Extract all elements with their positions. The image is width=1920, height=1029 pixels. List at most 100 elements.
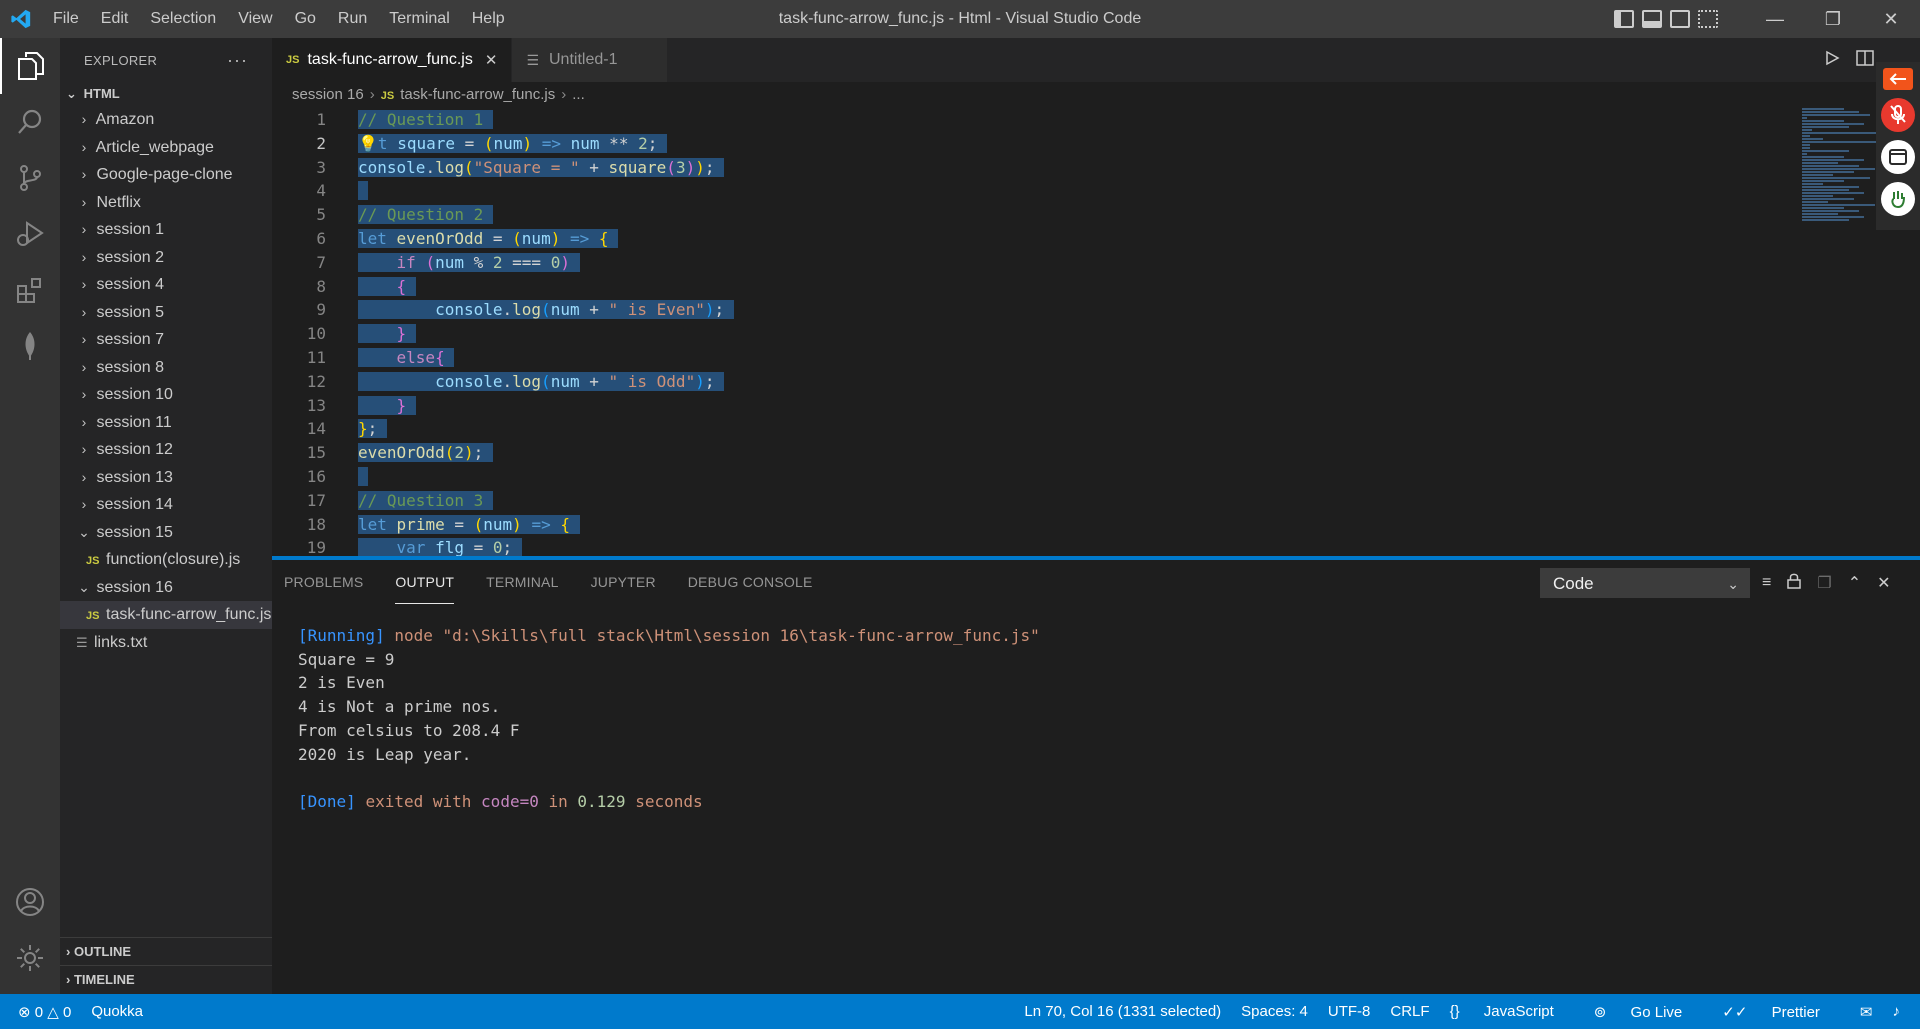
menu-file[interactable]: File: [42, 0, 90, 38]
customize-layout-icon[interactable]: [1698, 10, 1718, 28]
run-and-debug-icon[interactable]: [0, 206, 60, 262]
open-output-in-editor-icon[interactable]: ❐: [1817, 573, 1831, 593]
code-token: // Question 2: [358, 205, 484, 225]
tab-output[interactable]: OUTPUT: [395, 560, 455, 604]
code-editor[interactable]: 1// Question 1 2 💡t square = (num) => num…: [272, 108, 1920, 556]
close-window-button[interactable]: ✕: [1862, 0, 1920, 38]
code-text: console.log(num + " is Odd");: [358, 370, 725, 394]
breadcrumb-file[interactable]: task-func-arrow_func.js: [400, 86, 555, 103]
menu-run[interactable]: Run: [327, 0, 378, 38]
tree-folder[interactable]: › session 4: [60, 271, 272, 299]
tree-folder[interactable]: › session 12: [60, 436, 272, 464]
tree-folder[interactable]: › Google-page-clone: [60, 161, 272, 189]
output-channel-select[interactable]: Code ⌄: [1540, 568, 1750, 598]
tree-folder[interactable]: › session 5: [60, 299, 272, 327]
menu-go[interactable]: Go: [284, 0, 327, 38]
tree-folder[interactable]: › Netflix: [60, 189, 272, 217]
code-line: 16: [272, 465, 1572, 489]
tab-task-func-arrow-func[interactable]: JS task-func-arrow_func.js ✕: [272, 38, 513, 82]
done-unit: seconds: [635, 792, 703, 812]
selection-highlight: 💡t square = (num) => num ** 2;: [358, 133, 667, 153]
mongodb-leaf-icon[interactable]: [0, 318, 60, 374]
prettier-status[interactable]: ✓✓ Prettier: [1722, 1003, 1840, 1021]
code-token: evenOrOdd: [396, 229, 484, 248]
tree-folder[interactable]: › session 13: [60, 464, 272, 492]
language-mode[interactable]: {} JavaScript: [1450, 1003, 1574, 1020]
problems-status[interactable]: ⊗ 0 △ 0: [18, 1003, 71, 1021]
notifications-bell-icon[interactable]: ♪: [1893, 1003, 1901, 1020]
selection-highlight: // Question 1: [358, 110, 493, 129]
hand-icon[interactable]: [1881, 182, 1915, 216]
back-arrow-icon[interactable]: [1883, 68, 1913, 90]
tab-debug-console[interactable]: DEBUG CONSOLE: [688, 560, 813, 604]
tree-file[interactable]: JS function(closure).js: [60, 546, 272, 574]
accounts-icon[interactable]: [0, 874, 60, 930]
source-control-icon[interactable]: [0, 150, 60, 206]
tree-folder[interactable]: › session 2: [60, 244, 272, 272]
tree-file[interactable]: JS task-func-arrow_func.js: [60, 601, 272, 629]
code-token: ): [560, 252, 570, 272]
tree-folder[interactable]: › session 10: [60, 381, 272, 409]
menu-selection[interactable]: Selection: [139, 0, 227, 38]
maximize-panel-icon[interactable]: ⌃: [1848, 573, 1861, 593]
lock-scroll-icon[interactable]: [1787, 573, 1802, 594]
cursor-position[interactable]: Ln 70, Col 16 (1331 selected): [1024, 1003, 1221, 1020]
line-ending[interactable]: CRLF: [1390, 1003, 1429, 1020]
output-content[interactable]: [Running] node "d:\Skills\full stack\Htm…: [298, 600, 1040, 862]
tree-folder[interactable]: › Article_webpage: [60, 134, 272, 162]
restore-button[interactable]: ❐: [1804, 0, 1862, 38]
workspace-root[interactable]: ⌄ HTML: [60, 82, 272, 106]
code-token: .: [425, 157, 436, 177]
code-token: var: [396, 538, 426, 556]
menu-view[interactable]: View: [227, 0, 283, 38]
explorer-icon[interactable]: [0, 38, 60, 94]
tree-folder[interactable]: › session 14: [60, 491, 272, 519]
clear-output-icon[interactable]: ≡: [1762, 574, 1771, 592]
manage-gear-icon[interactable]: [0, 930, 60, 986]
toggle-secondary-sidebar-icon[interactable]: [1670, 10, 1690, 28]
tree-folder[interactable]: › session 1: [60, 216, 272, 244]
split-editor-icon[interactable]: [1856, 49, 1874, 71]
toggle-primary-sidebar-icon[interactable]: [1614, 10, 1634, 28]
tree-folder[interactable]: › session 8: [60, 354, 272, 382]
mute-microphone-icon[interactable]: [1881, 98, 1915, 132]
minimize-button[interactable]: —: [1746, 0, 1804, 38]
code-text: 💡t square = (num) => num ** 2;: [358, 132, 667, 156]
code-text: [358, 465, 368, 489]
output-line: From celsius to 208.4 F: [298, 720, 520, 740]
tree-folder[interactable]: › session 11: [60, 409, 272, 437]
more-actions-icon[interactable]: ···: [227, 50, 248, 71]
tree-file[interactable]: ☰ links.txt: [60, 629, 272, 657]
menu-help[interactable]: Help: [461, 0, 516, 38]
search-icon[interactable]: [0, 94, 60, 150]
quokka-status[interactable]: Quokka: [91, 1003, 143, 1020]
chevron-right-icon: ›: [81, 248, 87, 265]
go-live-button[interactable]: ⊚ Go Live: [1594, 1003, 1702, 1021]
close-tab-icon[interactable]: ✕: [485, 51, 498, 69]
tab-untitled-1[interactable]: ☰ Untitled-1: [512, 38, 669, 82]
breadcrumb-more[interactable]: ...: [572, 86, 585, 103]
feedback-icon[interactable]: ✉: [1860, 1003, 1873, 1021]
tree-folder[interactable]: › session 7: [60, 326, 272, 354]
editor-tab-bar: JS task-func-arrow_func.js ✕ ☰ Untitled-…: [272, 38, 1920, 82]
tab-jupyter[interactable]: JUPYTER: [591, 560, 656, 604]
extensions-icon[interactable]: [0, 262, 60, 318]
window-icon[interactable]: [1881, 140, 1915, 174]
tab-terminal[interactable]: TERMINAL: [486, 560, 558, 604]
close-panel-icon[interactable]: ✕: [1877, 573, 1890, 593]
outline-section[interactable]: › OUTLINE: [60, 937, 272, 965]
tab-problems[interactable]: PROBLEMS: [284, 560, 363, 604]
toggle-panel-icon[interactable]: [1642, 10, 1662, 28]
code-token: (: [425, 252, 436, 272]
tree-folder[interactable]: › Amazon: [60, 106, 272, 134]
indentation[interactable]: Spaces: 4: [1241, 1003, 1308, 1020]
menu-terminal[interactable]: Terminal: [378, 0, 460, 38]
run-code-icon[interactable]: [1824, 50, 1840, 71]
tree-folder[interactable]: ⌄ session 15: [60, 519, 272, 547]
encoding[interactable]: UTF-8: [1328, 1003, 1371, 1020]
breadcrumb-folder[interactable]: session 16: [292, 86, 364, 103]
code-token: // Question 3: [358, 490, 484, 510]
tree-folder[interactable]: ⌄ session 16: [60, 574, 272, 602]
menu-edit[interactable]: Edit: [90, 0, 140, 38]
timeline-section[interactable]: › TIMELINE: [60, 965, 272, 993]
